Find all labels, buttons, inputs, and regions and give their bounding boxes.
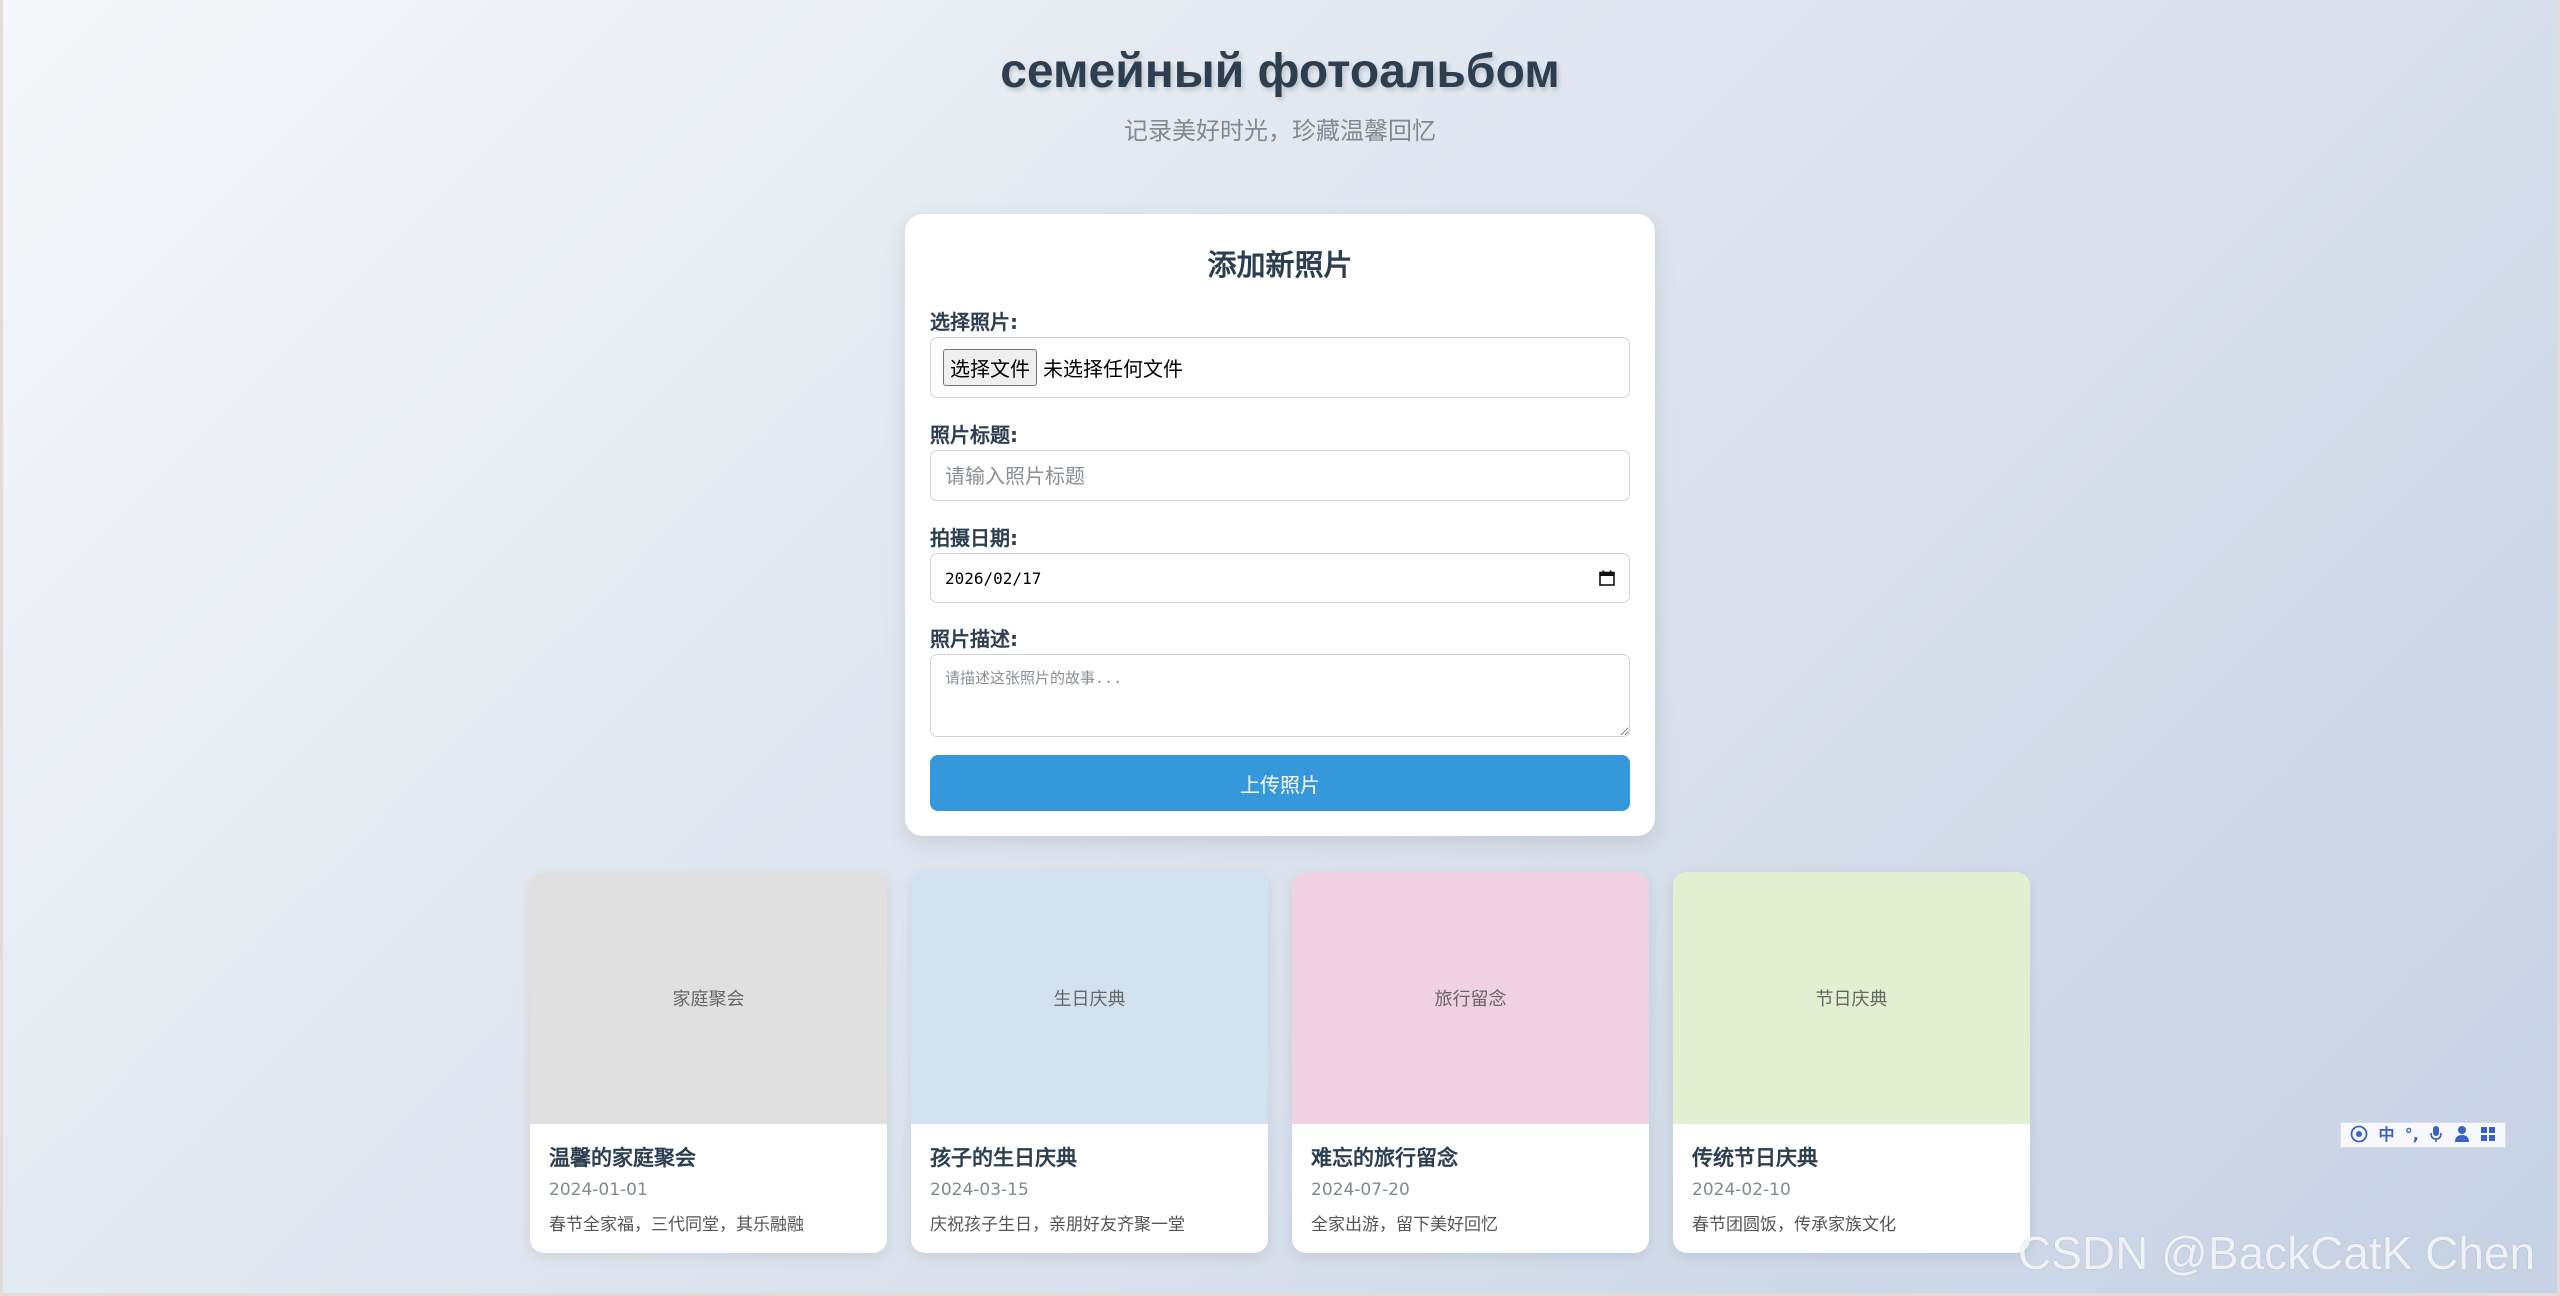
photo-info: 温馨的家庭聚会 2024-01-01 春节全家福，三代同堂，其乐融融	[530, 1124, 887, 1235]
photo-card[interactable]: 节日庆典 传统节日庆典 2024-02-10 春节团圆饭，传承家族文化	[1673, 872, 2030, 1253]
title-label: 照片标题:	[930, 423, 1018, 447]
photo-title: 温馨的家庭聚会	[549, 1146, 696, 1170]
ime-toolbar: 中 °,	[2340, 1122, 2506, 1148]
file-status-text: 未选择任何文件	[1043, 357, 1183, 381]
page-header: семейный фотоальбом 记录美好时光，珍藏温馨回忆	[0, 44, 2560, 146]
photo-thumbnail[interactable]: 生日庆典	[911, 872, 1268, 1124]
photo-description: 庆祝孩子生日，亲朋好友齐聚一堂	[930, 1215, 1185, 1235]
photo-description: 春节全家福，三代同堂，其乐融融	[549, 1215, 804, 1235]
photo-date: 2024-07-20	[1311, 1180, 1410, 1200]
photo-card[interactable]: 旅行留念 难忘的旅行留念 2024-07-20 全家出游，留下美好回忆	[1292, 872, 1649, 1253]
photo-title: 孩子的生日庆典	[930, 1146, 1077, 1170]
photo-info: 传统节日庆典 2024-02-10 春节团圆饭，传承家族文化	[1673, 1124, 2030, 1235]
photo-thumbnail[interactable]: 节日庆典	[1673, 872, 2030, 1124]
photo-title-input[interactable]	[930, 450, 1630, 501]
upload-photo-button[interactable]: 上传照片	[930, 755, 1630, 811]
date-value: 2026/02/17	[945, 568, 1042, 588]
photo-thumbnail[interactable]: 家庭聚会	[530, 872, 887, 1124]
user-icon[interactable]	[2454, 1125, 2470, 1146]
photo-thumbnail[interactable]: 旅行留念	[1292, 872, 1649, 1124]
photo-title: 传统节日庆典	[1692, 1146, 1818, 1170]
photo-info: 孩子的生日庆典 2024-03-15 庆祝孩子生日，亲朋好友齐聚一堂	[911, 1124, 1268, 1235]
description-label: 照片描述:	[930, 627, 1018, 651]
photo-date: 2024-03-15	[930, 1180, 1029, 1200]
date-label: 拍摄日期:	[930, 526, 1018, 550]
page-title: семейный фотоальбом	[1000, 45, 1560, 98]
photo-info: 难忘的旅行留念 2024-07-20 全家出游，留下美好回忆	[1292, 1124, 1649, 1235]
file-input[interactable]: 选择文件 未选择任何文件	[930, 337, 1630, 398]
photo-card[interactable]: 家庭聚会 温馨的家庭聚会 2024-01-01 春节全家福，三代同堂，其乐融融	[530, 872, 887, 1253]
grid-icon[interactable]	[2480, 1126, 2496, 1145]
photo-description: 全家出游，留下美好回忆	[1311, 1215, 1498, 1235]
upload-form-heading: 添加新照片	[1207, 248, 1353, 282]
upload-form: 添加新照片 选择照片: 选择文件 未选择任何文件 照片标题: 拍摄日期: 202…	[905, 214, 1655, 836]
microphone-icon[interactable]	[2429, 1125, 2443, 1146]
photo-title: 难忘的旅行留念	[1311, 1146, 1458, 1170]
calendar-icon[interactable]	[1599, 570, 1615, 586]
watermark: CSDN @BackCatK Chen	[2018, 1227, 2536, 1279]
photo-card[interactable]: 生日庆典 孩子的生日庆典 2024-03-15 庆祝孩子生日，亲朋好友齐聚一堂	[911, 872, 1268, 1253]
photo-description-textarea[interactable]	[930, 654, 1630, 737]
date-input[interactable]: 2026/02/17	[930, 553, 1630, 603]
language-toggle[interactable]: 中	[2378, 1127, 2394, 1143]
punctuation-icon[interactable]: °,	[2405, 1127, 2419, 1143]
choose-file-button[interactable]: 选择文件	[943, 349, 1037, 386]
file-label: 选择照片:	[930, 310, 1018, 334]
photo-date: 2024-01-01	[549, 1180, 648, 1200]
photo-gallery: 家庭聚会 温馨的家庭聚会 2024-01-01 春节全家福，三代同堂，其乐融融 …	[530, 872, 2030, 1253]
photo-description: 春节团圆饭，传承家族文化	[1692, 1215, 1896, 1235]
photo-date: 2024-02-10	[1692, 1180, 1791, 1200]
page-subtitle: 记录美好时光，珍藏温馨回忆	[1124, 117, 1436, 145]
logo-icon[interactable]	[2350, 1125, 2368, 1146]
